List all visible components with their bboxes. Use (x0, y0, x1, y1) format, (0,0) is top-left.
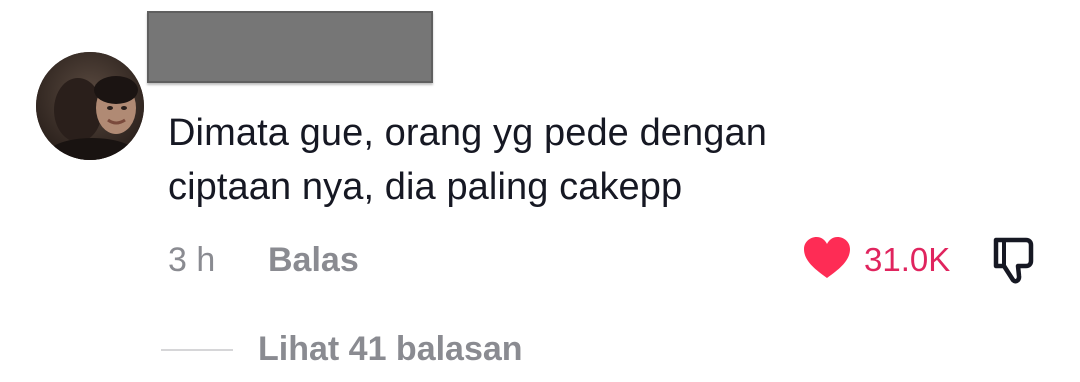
comment-text-line-2: ciptaan nya, dia paling cakepp (168, 166, 683, 208)
comment-text-line-1: Dimata gue, orang yg pede dengan (168, 112, 767, 154)
avatar-photo (36, 52, 144, 160)
like-count: 31.0K (864, 241, 951, 278)
reply-button[interactable]: Balas (268, 240, 359, 280)
replies-divider (161, 349, 233, 351)
avatar[interactable] (36, 52, 144, 160)
comment-timestamp: 3 h (168, 241, 216, 279)
heart-icon[interactable] (803, 236, 851, 280)
comment-text: Dimata gue, orang yg pede dengan ciptaan… (168, 106, 988, 214)
thumbs-down-icon[interactable] (990, 236, 1040, 286)
view-replies-button[interactable]: Lihat 41 balasan (258, 329, 523, 369)
username-redacted (147, 11, 433, 83)
